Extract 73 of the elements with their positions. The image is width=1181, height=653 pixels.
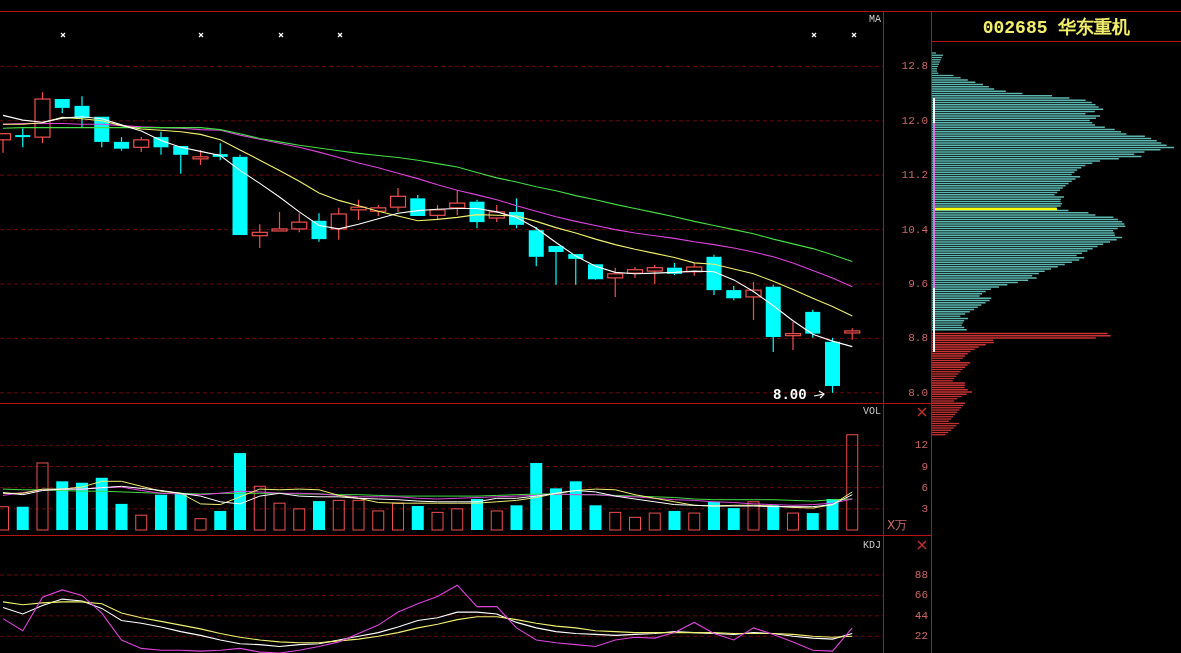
candle — [15, 127, 31, 148]
close-icon[interactable] — [917, 540, 927, 550]
candle — [410, 194, 426, 216]
axis-label: 11.2 — [901, 169, 928, 182]
candle — [765, 284, 781, 353]
candle — [686, 262, 703, 277]
candle — [271, 211, 288, 232]
candle — [114, 136, 129, 152]
candle — [449, 189, 466, 216]
candle — [192, 149, 209, 166]
candle — [607, 267, 624, 298]
candle — [291, 212, 308, 233]
candle — [212, 142, 228, 161]
axis-label: 22 — [914, 630, 928, 643]
candle — [726, 285, 742, 301]
candle — [588, 264, 603, 281]
axis-label: 9 — [921, 460, 928, 473]
axis-label: 6 — [921, 481, 928, 494]
candle — [784, 321, 802, 351]
cross-marker-icon — [851, 32, 857, 38]
chart-title: KDJ — [863, 539, 881, 551]
axis-label: 3 — [921, 502, 928, 515]
cross-marker-icon — [811, 32, 817, 38]
candle — [311, 212, 327, 243]
candle — [548, 245, 564, 286]
axis-label: 12.8 — [901, 60, 928, 73]
candle — [488, 204, 505, 223]
candle — [706, 254, 722, 296]
cross-marker-icon — [337, 32, 343, 38]
candle — [153, 131, 169, 156]
axis-label: 88 — [914, 569, 928, 581]
axis-label: 8.8 — [908, 332, 928, 345]
candle — [389, 187, 407, 213]
candle — [94, 116, 110, 148]
axis-label: 10.4 — [901, 223, 928, 236]
candle — [133, 136, 150, 153]
arrow-icon — [813, 390, 825, 399]
candle — [429, 204, 446, 221]
candle — [469, 199, 485, 229]
cross-marker-icon — [60, 32, 66, 38]
candle — [173, 145, 189, 175]
axis-label: 12.0 — [901, 114, 928, 127]
chart-title: VOL — [863, 405, 881, 417]
candle — [626, 266, 644, 279]
chart-title: MA — [869, 13, 881, 25]
candle — [251, 223, 268, 249]
axis-label: 66 — [914, 589, 928, 602]
candle — [646, 264, 663, 285]
cross-marker-icon — [198, 32, 204, 38]
candle — [74, 95, 90, 128]
cross-marker-icon — [278, 32, 284, 38]
axis-label: 12 — [914, 439, 928, 452]
candle — [54, 99, 70, 114]
candle — [745, 281, 762, 321]
candle — [667, 262, 682, 276]
close-icon[interactable] — [917, 407, 927, 417]
candle — [568, 254, 584, 286]
candle — [34, 91, 51, 144]
candle — [825, 337, 840, 394]
candle — [370, 204, 387, 217]
candle — [0, 132, 12, 154]
axis-label: 9.6 — [908, 278, 928, 290]
candle — [350, 199, 367, 221]
candle — [528, 226, 544, 267]
candle — [509, 197, 524, 229]
axis-label: 44 — [914, 609, 928, 622]
candle — [844, 327, 861, 341]
candle — [330, 207, 347, 241]
candle — [805, 309, 821, 339]
price-label: 8.00 — [773, 387, 807, 403]
stock-title: 002685 华东重机 — [982, 16, 1131, 39]
axis-label: 8.0 — [908, 386, 928, 399]
axis-unit-label: X万 — [887, 518, 908, 532]
